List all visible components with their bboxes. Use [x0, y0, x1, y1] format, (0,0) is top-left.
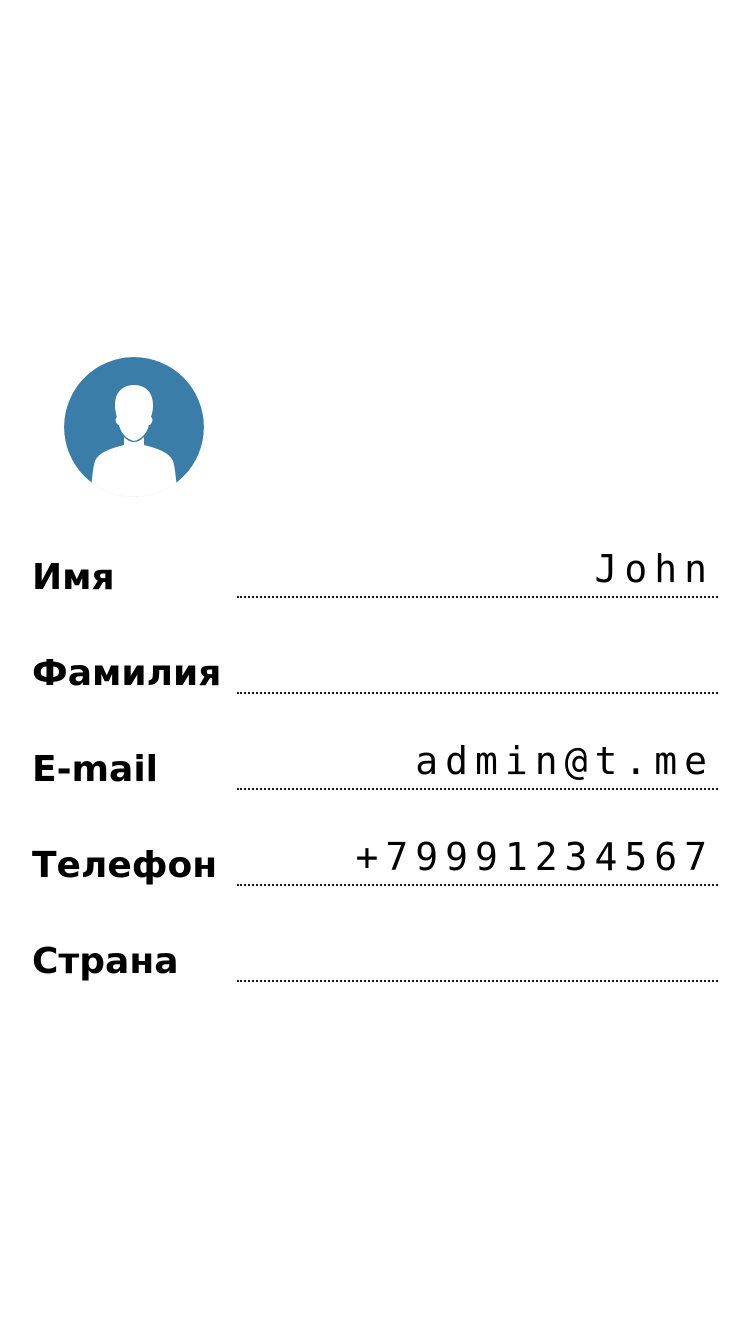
profile-screen: Имя John Фамилия E-mail admin@t.me Телеф…	[0, 0, 750, 1334]
first-name-label: Имя	[32, 557, 115, 598]
first-name-value: John	[594, 547, 714, 591]
country-label: Страна	[32, 941, 179, 982]
phone-label: Телефон	[32, 845, 218, 886]
country-field[interactable]	[237, 942, 718, 982]
field-row-first-name: Имя John	[0, 502, 750, 598]
field-row-country: Страна	[0, 886, 750, 982]
last-name-label: Фамилия	[32, 653, 222, 694]
first-name-field[interactable]: John	[237, 548, 718, 598]
email-value: admin@t.me	[415, 739, 714, 783]
email-label: E-mail	[32, 749, 159, 790]
avatar[interactable]	[64, 357, 204, 497]
email-field[interactable]: admin@t.me	[237, 740, 718, 790]
user-avatar-icon	[64, 357, 204, 497]
field-row-phone: Телефон +79991234567	[0, 790, 750, 886]
last-name-field[interactable]	[237, 654, 718, 694]
field-row-last-name: Фамилия	[0, 598, 750, 694]
phone-field[interactable]: +79991234567	[237, 836, 718, 886]
phone-value: +79991234567	[355, 835, 714, 879]
field-row-email: E-mail admin@t.me	[0, 694, 750, 790]
